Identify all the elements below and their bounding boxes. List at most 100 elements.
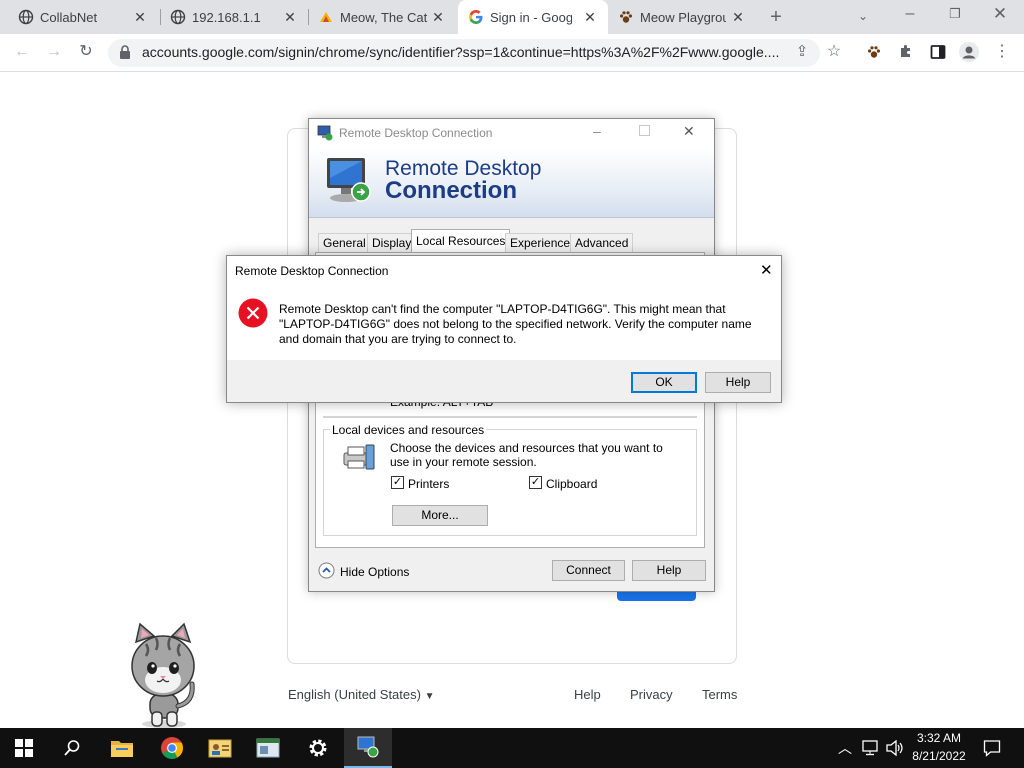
local-devices-icon	[343, 444, 375, 470]
chrome-icon	[161, 737, 183, 759]
tab-search-chevron-icon[interactable]: ⌄	[853, 6, 873, 26]
tab-router[interactable]: 192.168.1.1 ✕	[160, 0, 308, 34]
close-icon[interactable]: ✕	[282, 9, 298, 25]
printers-label: Printers	[408, 477, 450, 491]
tab-experience[interactable]: Experience	[505, 233, 576, 253]
rdc-titlebar[interactable]: Remote Desktop Connection – ✕	[309, 119, 714, 148]
rdc-help-button[interactable]: Help	[632, 560, 706, 581]
tab-google-signin[interactable]: Sign in - Google ✕	[458, 0, 608, 34]
paw-extension-icon[interactable]	[866, 44, 882, 60]
taskbar-file-explorer[interactable]	[98, 728, 146, 768]
tab-label: CollabNet	[40, 9, 98, 25]
footer-privacy-link[interactable]: Privacy	[630, 687, 673, 702]
start-button[interactable]	[0, 728, 48, 768]
error-message: Remote Desktop can't find the computer "…	[279, 302, 752, 346]
tab-display[interactable]: Display	[367, 233, 417, 253]
globe-icon	[18, 9, 34, 25]
wiki-icon	[320, 12, 332, 22]
search-icon	[64, 740, 80, 756]
globe-icon	[170, 9, 186, 25]
error-help-button[interactable]: Help	[705, 372, 771, 393]
close-icon[interactable]: ✕	[132, 9, 148, 25]
error-dialog: Remote Desktop Connection ✕ Remote Deskt…	[226, 255, 782, 403]
divider	[323, 416, 697, 418]
new-tab-button[interactable]: +	[766, 7, 786, 27]
local-devices-group-label: Local devices and resources	[330, 423, 487, 437]
side-panel-icon[interactable]	[930, 44, 946, 60]
tab-meow-wiki[interactable]: Meow, The Cat ✕	[308, 0, 456, 34]
google-icon	[469, 10, 483, 24]
clock-time[interactable]: 3:32 AM	[908, 731, 970, 745]
more-button[interactable]: More...	[392, 505, 488, 526]
browser-menu-icon[interactable]: ⋮	[992, 42, 1012, 62]
error-icon	[238, 298, 268, 328]
hide-options-chevron-icon[interactable]	[318, 562, 335, 579]
clock-date[interactable]: 8/21/2022	[908, 749, 970, 763]
rdc-close-button[interactable]: ✕	[683, 123, 695, 140]
close-icon[interactable]: ✕	[582, 9, 598, 25]
reload-icon[interactable]: ↻	[76, 42, 96, 62]
connect-button[interactable]: Connect	[552, 560, 625, 581]
language-selector[interactable]: English (United States) ▼	[288, 687, 434, 702]
browser-tab-strip: CollabNet ✕ 192.168.1.1 ✕ Meow, The Cat …	[0, 0, 1024, 34]
cat-mascot-image[interactable]	[126, 622, 200, 730]
url-text[interactable]: accounts.google.com/signin/chrome/sync/i…	[142, 44, 782, 60]
rdc-minimize-button[interactable]: –	[593, 123, 601, 139]
show-hidden-icons-chevron-icon[interactable]: ︿	[838, 738, 852, 758]
rdc-app-icon	[317, 125, 333, 141]
volume-icon[interactable]	[886, 740, 904, 756]
taskbar-settings[interactable]	[294, 728, 342, 768]
dropdown-arrow-icon: ▼	[424, 691, 435, 702]
language-label: English (United States)	[288, 687, 421, 702]
printers-checkbox[interactable]: ✓	[391, 476, 404, 489]
close-icon[interactable]: ✕	[430, 9, 446, 25]
lock-icon[interactable]	[119, 45, 131, 59]
tab-meow-playground[interactable]: Meow Playground ✕	[608, 0, 756, 34]
restore-button[interactable]: ❐	[945, 4, 965, 24]
paw-icon	[620, 11, 632, 23]
taskbar-chrome[interactable]	[148, 728, 196, 768]
close-window-button[interactable]: ✕	[990, 4, 1010, 24]
tab-local-resources[interactable]: Local Resources	[411, 229, 511, 254]
error-dialog-title: Remote Desktop Connection	[235, 264, 389, 278]
local-devices-description: Choose the devices and resources that yo…	[390, 441, 663, 469]
ok-button[interactable]: OK	[631, 372, 697, 393]
minimize-button[interactable]: –	[900, 4, 920, 24]
tab-label: Sign in - Google	[490, 9, 572, 25]
app-window-icon	[256, 738, 280, 758]
close-icon[interactable]: ✕	[730, 9, 746, 25]
extensions-puzzle-icon[interactable]	[898, 44, 914, 60]
network-icon[interactable]	[862, 740, 880, 756]
taskbar-search-button[interactable]	[48, 728, 96, 768]
hide-options-link[interactable]: Hide Options	[340, 565, 409, 579]
share-icon[interactable]: ⇪	[792, 42, 812, 62]
id-card-icon	[208, 739, 232, 758]
rdc-banner-title-line2: Connection	[385, 177, 517, 204]
notifications-icon[interactable]	[983, 739, 1001, 757]
tab-collabnet[interactable]: CollabNet ✕	[8, 0, 158, 34]
taskbar-contacts-app[interactable]	[196, 728, 244, 768]
back-arrow-icon[interactable]: ←	[12, 42, 32, 62]
windows-logo-icon	[15, 739, 33, 757]
rdc-title: Remote Desktop Connection	[339, 126, 493, 140]
tab-label: Meow Playground	[640, 9, 726, 25]
clipboard-label: Clipboard	[546, 477, 598, 491]
rdc-monitor-icon	[327, 158, 371, 202]
taskbar-remote-desktop[interactable]	[344, 728, 392, 768]
rdc-maximize-button[interactable]	[639, 125, 650, 136]
clipboard-checkbox[interactable]: ✓	[529, 476, 542, 489]
tab-label: 192.168.1.1	[192, 9, 261, 25]
footer-help-link[interactable]: Help	[574, 687, 601, 702]
footer-terms-link[interactable]: Terms	[702, 687, 737, 702]
gear-icon	[309, 739, 327, 757]
tab-advanced[interactable]: Advanced	[570, 233, 634, 253]
taskbar-window-app[interactable]	[244, 728, 292, 768]
forward-arrow-icon[interactable]: →	[44, 42, 64, 62]
rdc-taskbar-icon	[357, 736, 379, 758]
bookmark-star-icon[interactable]: ☆	[824, 42, 844, 62]
tab-general[interactable]: General	[318, 233, 371, 253]
folder-icon	[111, 741, 133, 757]
error-dialog-close-button[interactable]: ✕	[760, 261, 773, 279]
tab-label: Meow, The Cat	[340, 9, 428, 25]
profile-avatar-icon[interactable]	[959, 42, 979, 62]
